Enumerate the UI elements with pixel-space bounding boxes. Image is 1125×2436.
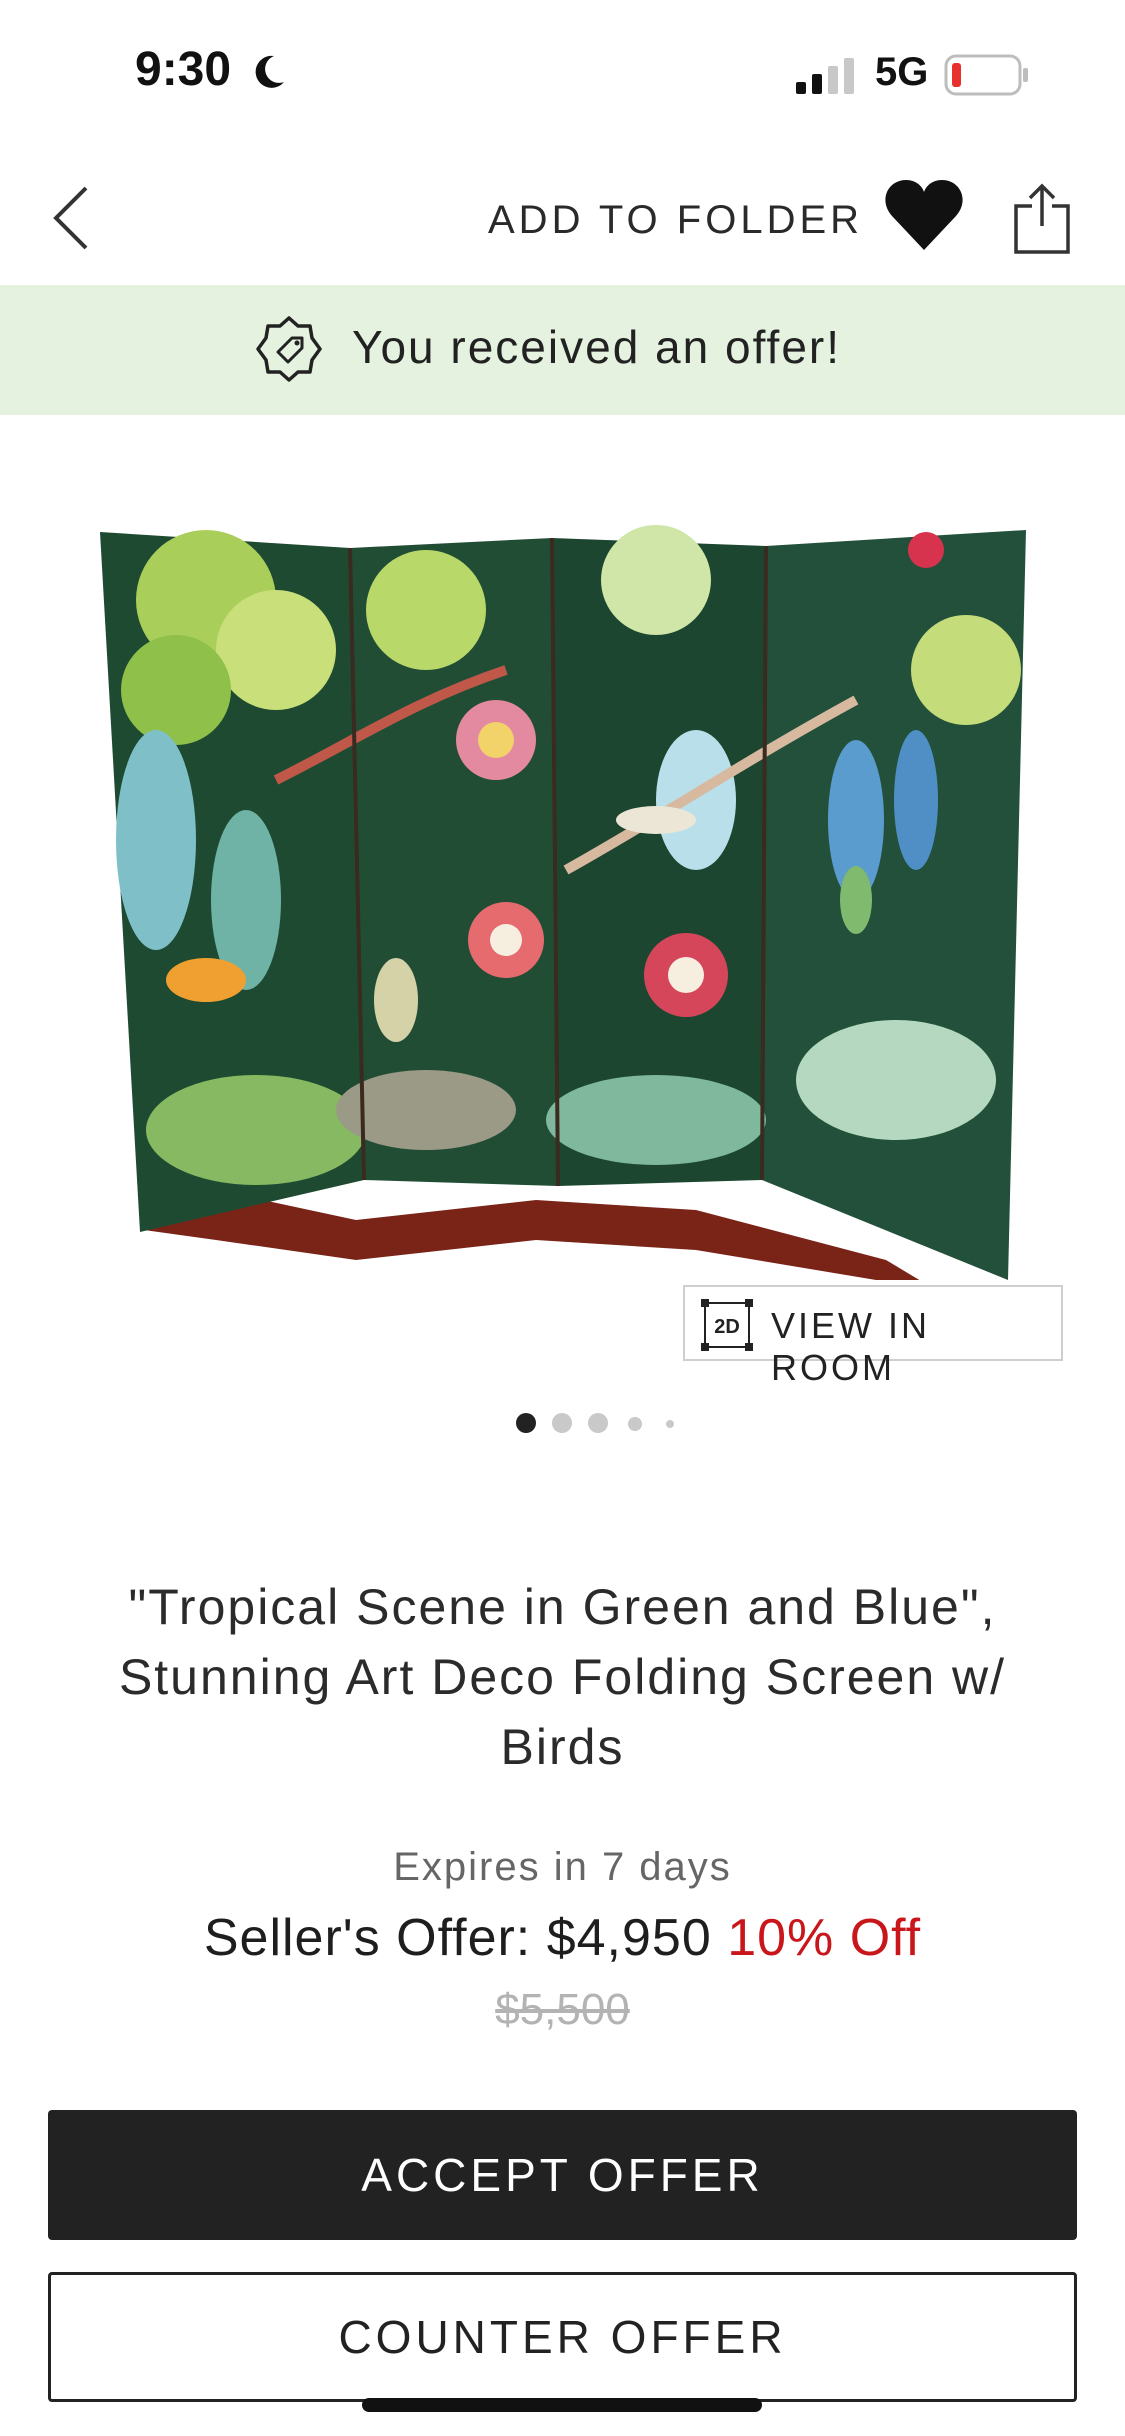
pager-dot-5[interactable] xyxy=(666,1420,674,1428)
battery-icon xyxy=(944,54,1028,96)
pager-dot-4[interactable] xyxy=(628,1417,642,1431)
product-title-line-2: Stunning Art Deco Folding Screen w/ xyxy=(118,1649,1007,1705)
signal-icon xyxy=(796,58,854,94)
view-in-room-label: VIEW IN ROOM xyxy=(771,1305,931,1388)
product-title-line-1: "Tropical Scene in Green and Blue", xyxy=(128,1579,997,1635)
product-image[interactable] xyxy=(96,520,1026,1280)
back-chevron-icon[interactable] xyxy=(48,182,96,254)
2d-badge-text: 2D xyxy=(714,1316,740,1338)
add-to-folder-button[interactable]: ADD TO FOLDER xyxy=(488,198,863,243)
seller-offer: Seller's Offer: $4,950 10% Off xyxy=(0,1908,1125,1968)
share-icon[interactable] xyxy=(1012,182,1072,254)
view-in-room-button[interactable]: 2D VIEW IN ROOM xyxy=(683,1285,1063,1388)
original-price: $5,500 xyxy=(495,1985,630,2034)
status-time: 9:30 xyxy=(135,43,232,96)
offer-banner-text: You received an offer! xyxy=(352,321,841,373)
home-indicator[interactable] xyxy=(362,2398,762,2412)
counter-offer-button[interactable]: COUNTER OFFER xyxy=(48,2272,1077,2402)
pager-dot-3[interactable] xyxy=(588,1413,608,1433)
price-tag-icon xyxy=(256,316,322,382)
discount-badge: 10% Off xyxy=(727,1909,922,1967)
2d-view-icon: 2D xyxy=(701,1299,753,1351)
network-type: 5G xyxy=(875,50,929,94)
accept-offer-button[interactable]: ACCEPT OFFER xyxy=(48,2110,1077,2240)
heart-icon[interactable] xyxy=(884,178,964,252)
pager-dot-1[interactable] xyxy=(516,1413,536,1433)
offer-expiration: Expires in 7 days xyxy=(393,1845,732,1889)
moon-icon xyxy=(255,55,284,88)
product-title: "Tropical Scene in Green and Blue", Stun… xyxy=(60,1572,1065,1782)
pager-dot-2[interactable] xyxy=(552,1413,572,1433)
product-title-line-3: Birds xyxy=(500,1719,625,1775)
seller-offer-price: Seller's Offer: $4,950 xyxy=(203,1909,712,1967)
